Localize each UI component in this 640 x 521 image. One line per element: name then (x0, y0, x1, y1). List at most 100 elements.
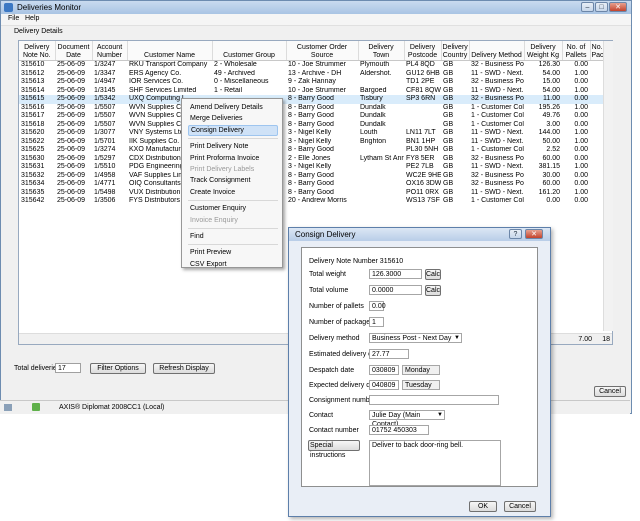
column-header[interactable]: Customer Order Source (286, 41, 359, 61)
table-cell: 54.00 (542, 86, 560, 94)
context-menu-item[interactable]: Consign Delivery (188, 124, 278, 136)
column-header[interactable]: Delivery Note No. (19, 41, 56, 61)
refresh-display-button[interactable]: Refresh Display (153, 363, 215, 374)
menu-help[interactable]: Help (25, 15, 39, 22)
table-row[interactable]: 315622 25-06-09 1/5701 IIK Supplies Co. 3 - … (19, 138, 612, 147)
delivery-method-select[interactable]: Business Post - Next Day ▼ (369, 333, 462, 343)
consignment-field[interactable] (369, 395, 499, 405)
dialog-cancel-button[interactable]: Cancel (504, 501, 536, 512)
maximize-icon[interactable]: □ (595, 2, 608, 12)
column-header[interactable]: Delivery Country (441, 41, 470, 61)
context-menu-item[interactable]: Find (188, 231, 280, 242)
column-header[interactable]: Delivery Method (469, 41, 525, 61)
table-row[interactable]: 315631 25-06-09 1/5510 PDG Engineering... 3 … (19, 163, 612, 172)
dialog-ok-button[interactable]: OK (469, 501, 497, 512)
column-header[interactable]: Customer Name (127, 41, 213, 61)
minimize-icon[interactable]: ‒ (581, 2, 594, 12)
column-header[interactable]: Delivery Town (358, 41, 405, 61)
table-row[interactable]: 315630 25-06-09 1/5297 CDX Distribution C..… (19, 155, 612, 164)
contact-select[interactable]: Julie Day (Main Contact)▼ (369, 410, 445, 428)
table-cell: GB (443, 103, 454, 111)
table-cell: 1.00 (574, 86, 588, 94)
context-menu-item[interactable]: Print Delivery Note (188, 141, 280, 152)
packages-label: Number of packages (309, 319, 374, 326)
total-weight-field[interactable]: 126.3000 (369, 269, 422, 279)
contact-label: Contact (309, 412, 334, 419)
window-titlebar[interactable]: Deliveries Monitor ‒ □ ✕ (1, 1, 631, 14)
column-header[interactable]: Customer Group (212, 41, 287, 61)
table-cell: 0.00 (574, 180, 588, 188)
table-row[interactable]: 315642 25-06-09 1/3506 FYS Distributors C..… (19, 197, 612, 206)
table-cell: GB (443, 78, 454, 86)
table-row[interactable]: 315634 25-06-09 1/4771 OIQ Consultants L...… (19, 180, 612, 189)
table-row[interactable]: 315617 25-06-09 1/5507 WVN Supplies Co 8 - B… (19, 112, 612, 121)
column-header[interactable]: Account Number (92, 41, 128, 61)
special-instructions-button[interactable]: Special instructions (308, 440, 360, 459)
calc-volume-button[interactable]: Calc (425, 285, 441, 296)
table-cell (358, 163, 404, 172)
table-cell: Dundalk (360, 103, 386, 111)
context-menu-item[interactable]: Print Preview (188, 247, 280, 258)
packages-field[interactable]: 1 (369, 317, 384, 327)
cancel-button[interactable]: Cancel (594, 386, 626, 397)
estimated-cost-field[interactable]: 27.77 (369, 349, 409, 359)
context-menu-item[interactable]: Print Proforma Invoice (188, 153, 280, 164)
table-cell: 54.00 (542, 69, 560, 77)
table-row[interactable]: 315620 25-06-09 1/3077 VNY Systems Ltd 3 - N… (19, 129, 612, 138)
contact-number-field[interactable]: 01752 450303 (369, 425, 429, 435)
vertical-scrollbar[interactable] (603, 41, 613, 331)
play-icon[interactable] (32, 403, 40, 411)
context-menu-item[interactable]: Customer Enquiry (188, 203, 280, 214)
table-row[interactable]: 315610 25-06-09 1/3247 RKU Transport Compan… (19, 61, 612, 70)
column-header[interactable]: No. of Pallets (562, 41, 591, 61)
total-volume-field[interactable]: 0.0000 (369, 285, 422, 295)
filter-options-button[interactable]: Filter Options (90, 363, 146, 374)
table-cell: 25-06-09 (57, 69, 86, 77)
table-cell: 315630 (21, 154, 45, 162)
table-row[interactable]: 315616 25-06-09 1/5507 WVN Supplies Co 8 - B… (19, 104, 612, 113)
table-row[interactable]: 315614 25-06-09 1/3145 SHF Services Limited… (19, 87, 612, 96)
table-row[interactable]: 315625 25-06-09 1/3274 KXO Manufacturin... 8… (19, 146, 612, 155)
table-cell: 315625 (21, 146, 45, 154)
context-menu-item[interactable]: Merge Deliveries (188, 113, 280, 124)
table-cell: GB (443, 112, 454, 120)
calc-weight-button[interactable]: Calc (425, 269, 441, 280)
table-cell: 1/4958 (94, 171, 116, 179)
context-menu-item[interactable]: Amend Delivery Details (188, 102, 280, 113)
context-menu-item[interactable]: CSV Export (188, 259, 280, 270)
total-volume-label: Total volume (309, 287, 349, 294)
table-row[interactable]: 315635 25-06-09 1/5498 VUX Distribution L..… (19, 189, 612, 198)
special-instructions-field[interactable]: Deliver to back door-ring bell. (369, 440, 501, 486)
table-cell: 2.52 (546, 146, 560, 154)
close-icon[interactable]: ✕ (609, 2, 627, 12)
table-cell: 315634 (21, 180, 45, 188)
table-row[interactable]: 315618 25-06-09 1/5507 WVN Supplies Co 8 - B… (19, 121, 612, 130)
menu-file[interactable]: File (8, 15, 19, 22)
context-menu-item[interactable]: Create Invoice (188, 187, 280, 198)
table-cell: 11 - SWD - Next... (471, 86, 524, 94)
table-cell: LN11 7LT (406, 129, 436, 137)
column-header[interactable]: Document Date (55, 41, 93, 61)
table-cell: 25-06-09 (57, 103, 86, 111)
table-cell: 1/5701 (94, 137, 116, 145)
table-row[interactable]: 315613 25-06-09 1/4947 IOR Services Co. 0 - … (19, 78, 612, 87)
pallets-field[interactable]: 0.00 (369, 301, 386, 311)
table-row[interactable]: 315632 25-06-09 1/4958 VAF Supplies Limit..… (19, 172, 612, 181)
statusbar-app-name: AXIS® Diplomat 2008 (59, 404, 128, 411)
dialog-titlebar[interactable]: Consign Delivery ? ✕ (289, 228, 550, 241)
table-cell: 315614 (21, 86, 45, 94)
help-icon[interactable]: ? (509, 229, 522, 239)
table-cell: 32 - Business Po... (471, 171, 524, 179)
tab-delivery-details[interactable]: Delivery Details (14, 28, 63, 35)
despatch-date-field[interactable]: 030809 (369, 365, 399, 375)
table-row[interactable]: 315612 25-06-09 1/3347 ERS Agency Co. 49 - A… (19, 70, 612, 79)
context-menu-item[interactable]: Track Consignment (188, 175, 280, 186)
column-header[interactable]: Delivery Postcode (404, 41, 442, 61)
column-header[interactable]: Delivery Weight Kg (524, 41, 563, 61)
expected-date-field[interactable]: 040809 (369, 380, 399, 390)
table-cell: 49 - Archived (214, 69, 255, 77)
table-cell: 11 - SWD - Next... (471, 137, 524, 145)
table-cell: 0.00 (574, 154, 588, 162)
dialog-close-icon[interactable]: ✕ (525, 229, 543, 239)
table-row[interactable]: 315615 25-06-09 1/5342 UXQ Computing L... 8 … (19, 95, 612, 104)
